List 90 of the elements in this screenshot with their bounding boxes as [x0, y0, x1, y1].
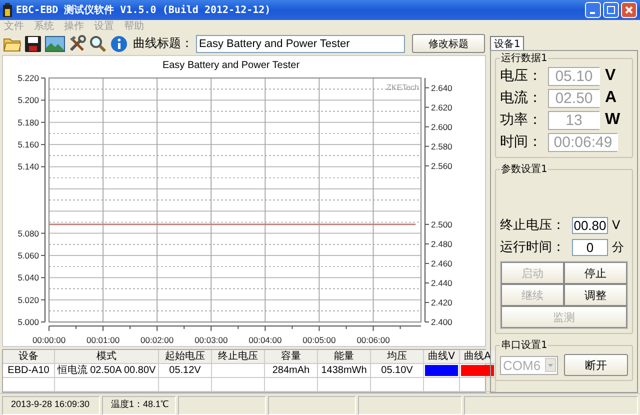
reading-field: 13	[548, 110, 600, 130]
y-tick-label: 2.600	[431, 122, 452, 132]
close-icon	[625, 6, 633, 14]
y-tick-label: 5.060	[18, 250, 39, 260]
disconnect-button[interactable]: 断开	[564, 354, 628, 376]
reading-label: 功率：	[500, 111, 543, 129]
y-tick-label: 2.420	[431, 297, 452, 308]
battery-icon	[3, 3, 12, 17]
maximize-icon	[607, 6, 615, 14]
unit-label: V	[612, 218, 620, 232]
x-tick-label: 00:05:00	[302, 335, 336, 345]
landscape-image-icon[interactable]	[45, 36, 65, 52]
reading-label: 电压：	[500, 67, 543, 85]
reading-field: 05.10	[548, 66, 600, 86]
menu-item[interactable]: 帮助	[124, 19, 144, 33]
column-header: 能量	[318, 350, 371, 364]
y-tick-label: 2.440	[431, 278, 452, 288]
y-tick-label: 2.500	[431, 219, 452, 230]
table-cell: 05.10V	[371, 364, 424, 378]
reading-field: 02.50	[548, 88, 600, 108]
brand-annotation: ZKETech	[386, 83, 419, 92]
y-tick-label: 5.080	[18, 228, 39, 238]
table-cell: 05.12V	[159, 364, 212, 378]
menu-item[interactable]: 系统	[34, 19, 54, 33]
y-tick-label: 2.620	[431, 102, 452, 112]
table-cell	[212, 364, 265, 378]
curve-title-field[interactable]: Easy Battery and Power Tester	[196, 34, 406, 52]
y-tick-label: 5.180	[18, 117, 39, 128]
column-header: 均压	[371, 350, 424, 364]
y-tick-label: 5.040	[18, 272, 39, 283]
x-tick-label: 00:02:00	[140, 335, 174, 345]
menu-item[interactable]: 操作	[64, 19, 84, 33]
status-text: 2013-9-28 16:09:30	[2, 396, 100, 415]
y-tick-label: 2.640	[431, 82, 452, 93]
x-tick-label: 00:06:00	[356, 335, 390, 345]
curve-title-label: 曲线标题：	[133, 35, 193, 52]
column-header: 设备	[3, 350, 55, 364]
control-button[interactable]: 停止	[564, 262, 627, 284]
table-cell: EBD-A10	[3, 364, 55, 378]
y-tick-label: 5.220	[18, 73, 39, 83]
window-title: EBC-EBD 测试仪软件 V1.5.0 (Build 2012-12-12)	[16, 4, 272, 17]
rename-title-button[interactable]: 修改标题	[412, 34, 485, 53]
maximize-button[interactable]	[603, 2, 619, 18]
x-tick-label: 00:03:00	[194, 335, 228, 345]
menu-item[interactable]: 文件	[4, 19, 24, 33]
table-cell: 1438mWh	[318, 364, 371, 378]
unit-label: W	[605, 111, 620, 129]
y-tick-label: 5.000	[18, 317, 39, 327]
unit-label: A	[605, 89, 617, 107]
x-tick-label: 00:04:00	[248, 335, 282, 345]
y-tick-label: 2.480	[431, 238, 452, 249]
parameter-field[interactable]: 0	[572, 238, 608, 256]
status-text: 温度1：48.1℃	[102, 396, 176, 415]
control-button[interactable]: 调整	[564, 284, 627, 306]
parameter-label: 运行时间：	[500, 239, 566, 256]
column-header: 容量	[265, 350, 318, 364]
y-tick-label: 5.160	[18, 140, 39, 150]
column-header: 起始电压	[159, 350, 212, 364]
column-header: 曲线V	[424, 350, 460, 364]
search-icon[interactable]	[89, 34, 107, 52]
table-cell: 恒电流 02.50A 00.80V	[55, 364, 159, 378]
unit-label: 分	[612, 238, 624, 256]
reading-label: 时间：	[500, 133, 543, 151]
table-cell: 284mAh	[265, 364, 318, 378]
column-header: 模式	[55, 350, 159, 364]
menu-item[interactable]: 设置	[94, 19, 114, 33]
reading-field: 00:06:49	[548, 132, 618, 152]
minimize-button[interactable]	[585, 2, 601, 18]
chart-title: Easy Battery and Power Tester	[162, 60, 300, 71]
reading-label: 电流：	[500, 89, 543, 107]
x-tick-label: 00:00:00	[32, 335, 66, 345]
close-button[interactable]	[621, 2, 637, 18]
group-title: 串口设置1	[500, 338, 548, 352]
y-tick-label: 5.140	[18, 162, 39, 172]
y-tick-label: 5.200	[18, 95, 39, 106]
x-tick-label: 00:01:00	[86, 335, 120, 345]
device-tab[interactable]: 设备1	[490, 36, 524, 50]
column-header: 终止电压	[212, 350, 265, 364]
parameter-field[interactable]: 00.80	[572, 216, 608, 234]
y-tick-label: 2.580	[431, 141, 452, 152]
y-tick-label: 2.460	[431, 258, 452, 268]
unit-label: V	[605, 67, 616, 85]
y-tick-label: 5.020	[18, 294, 39, 305]
y-tick-label: 2.400	[431, 317, 452, 327]
tools-icon[interactable]	[68, 34, 86, 52]
parameter-label: 终止电压：	[500, 217, 566, 234]
y-tick-label: 2.560	[431, 160, 452, 171]
group-title: 运行数据1	[500, 52, 548, 65]
info-icon[interactable]	[110, 34, 128, 52]
group-title: 参数设置1	[500, 162, 548, 176]
